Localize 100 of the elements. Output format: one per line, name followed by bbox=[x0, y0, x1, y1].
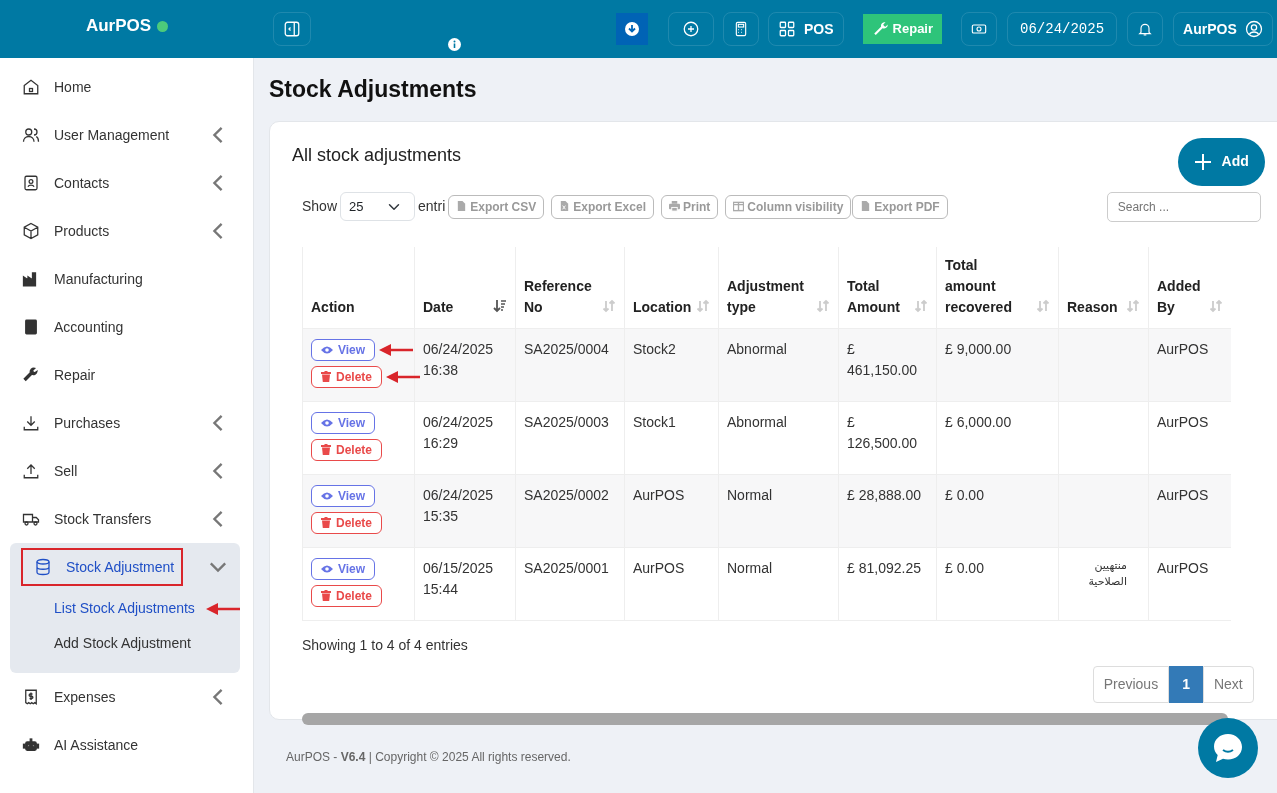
grid-icon bbox=[778, 20, 796, 38]
trash-icon bbox=[321, 517, 331, 529]
sidebar-item[interactable]: AI Assistance bbox=[0, 721, 253, 769]
table-cell-text: 06/15/2025 15:44 bbox=[423, 559, 494, 597]
column-header[interactable]: Reference No bbox=[515, 246, 625, 329]
sidebar-item[interactable]: Products bbox=[0, 207, 253, 255]
table-cell-text: Normal bbox=[727, 559, 773, 576]
sidebar-item[interactable]: Stock Transfers bbox=[0, 495, 253, 543]
download-button[interactable] bbox=[616, 13, 648, 45]
horizontal-scrollbar[interactable] bbox=[302, 712, 1228, 725]
download-icon bbox=[22, 414, 40, 432]
add-button[interactable]: Add bbox=[1177, 137, 1265, 186]
table-cell-text: £ 28,888.00 bbox=[847, 486, 921, 503]
calculator-icon bbox=[733, 20, 749, 38]
view-button[interactable]: View bbox=[311, 557, 376, 580]
column-header[interactable]: Reason bbox=[1058, 246, 1149, 329]
view-button[interactable]: View bbox=[311, 411, 376, 434]
table-cell-text: AurPOS bbox=[1157, 559, 1209, 576]
date-button[interactable]: 06/24/2025 bbox=[1007, 12, 1118, 46]
trash-icon bbox=[321, 444, 331, 456]
columns-icon bbox=[733, 201, 745, 213]
pos-button[interactable]: POS bbox=[768, 12, 844, 46]
info-icon[interactable] bbox=[448, 38, 461, 51]
sidebar-item[interactable]: Sell bbox=[0, 447, 253, 495]
view-button[interactable]: View bbox=[311, 484, 376, 507]
column-header[interactable]: Date bbox=[414, 246, 516, 329]
sidebar-item[interactable]: Repair bbox=[0, 351, 253, 399]
view-button[interactable]: View bbox=[311, 338, 376, 361]
pagination-button[interactable]: Previous bbox=[1092, 665, 1170, 703]
calculator-button[interactable] bbox=[723, 12, 759, 46]
cash-register-button[interactable] bbox=[961, 12, 998, 46]
wrench-icon bbox=[871, 20, 890, 38]
column-header[interactable]: Total amount recovered bbox=[936, 246, 1059, 329]
column-header[interactable]: Location bbox=[624, 246, 719, 329]
sidebar-subitem[interactable]: Add Stock Adjustment bbox=[54, 633, 191, 654]
sort-icon bbox=[816, 298, 830, 313]
sidebar-item[interactable]: Stock Adjustment bbox=[10, 543, 240, 591]
column-header[interactable]: Adjustment type bbox=[718, 246, 839, 329]
table-cell-text: SA2025/0004 bbox=[524, 340, 609, 357]
sidebar-item[interactable]: Expenses bbox=[0, 673, 253, 721]
eye-icon bbox=[321, 344, 333, 355]
delete-button[interactable]: Delete bbox=[311, 511, 383, 534]
table-cell-text: Stock1 bbox=[633, 413, 676, 430]
sidebar-item[interactable]: Accounting bbox=[0, 303, 253, 351]
chat-button[interactable] bbox=[1198, 718, 1258, 778]
sort-icon bbox=[1036, 298, 1050, 313]
delete-button[interactable]: Delete bbox=[311, 438, 383, 461]
table-cell-text: AurPOS bbox=[1157, 486, 1209, 503]
table-cell-text: £ 0.00 bbox=[945, 486, 984, 503]
delete-button[interactable]: Delete bbox=[311, 584, 383, 607]
user-menu-button[interactable]: AurPOS bbox=[1173, 12, 1273, 46]
upload-icon bbox=[22, 462, 40, 480]
user-circle-icon bbox=[1244, 20, 1263, 38]
table-cell-text: SA2025/0002 bbox=[524, 486, 609, 503]
pagination-button[interactable]: Next bbox=[1202, 665, 1254, 703]
sidebar-item[interactable]: Manufacturing bbox=[0, 255, 253, 303]
box-icon bbox=[22, 222, 40, 240]
trash-icon bbox=[321, 371, 331, 383]
plus-circle-icon bbox=[682, 20, 700, 38]
pagination-button[interactable]: 1 bbox=[1169, 665, 1203, 703]
sidebar-item[interactable]: User Management bbox=[0, 111, 253, 159]
notifications-button[interactable] bbox=[1127, 12, 1164, 46]
table-cell-text: 06/24/2025 16:29 bbox=[423, 413, 494, 451]
table-cell-text: AurPOS bbox=[633, 486, 685, 503]
sort-icon bbox=[1209, 298, 1223, 313]
eye-icon bbox=[321, 417, 333, 428]
delete-button[interactable]: Delete bbox=[311, 365, 383, 388]
download-icon bbox=[625, 22, 639, 36]
table-cell-text: AurPOS bbox=[1157, 413, 1209, 430]
table-cell-text: منتهيين الصلاحية bbox=[1087, 557, 1127, 591]
house-icon bbox=[22, 78, 40, 96]
robot-icon bbox=[22, 736, 40, 754]
table-cell-text: 06/24/2025 16:38 bbox=[423, 340, 494, 378]
sort-icon bbox=[914, 298, 928, 313]
add-button[interactable] bbox=[668, 12, 714, 46]
book-icon bbox=[22, 318, 40, 336]
sort-icon bbox=[1126, 298, 1140, 313]
chat-bubble-icon bbox=[1211, 731, 1245, 765]
search-field[interactable]: Search ... bbox=[1106, 191, 1261, 222]
page-title: Stock Adjustments bbox=[269, 76, 478, 104]
footer-text: AurPOS - V6.4 | Copyright © 2025 All rights reserved. bbox=[285, 748, 571, 766]
sort-icon bbox=[602, 298, 616, 313]
table-cell-text: £ 6,000.00 bbox=[945, 413, 1012, 430]
sidebar-subitem[interactable]: List Stock Adjustments bbox=[54, 598, 195, 619]
show-label: Show bbox=[302, 197, 338, 217]
sidebar-item[interactable]: Purchases bbox=[0, 399, 253, 447]
spreadsheet-icon bbox=[559, 201, 571, 213]
table-cell-text: AurPOS bbox=[633, 559, 685, 576]
column-header[interactable]: Total Amount bbox=[838, 246, 937, 329]
column-header[interactable]: Action bbox=[302, 246, 415, 329]
database-icon bbox=[34, 558, 52, 576]
sidebar-toggle-button[interactable] bbox=[273, 12, 311, 46]
sidebar-item[interactable]: Contacts bbox=[0, 159, 253, 207]
page-length-select[interactable]: 25 bbox=[340, 192, 416, 222]
card-title: All stock adjustments bbox=[292, 143, 462, 167]
sidebar-item[interactable]: Home bbox=[0, 63, 253, 111]
receipt-icon bbox=[22, 688, 40, 706]
sort-icon bbox=[696, 298, 710, 313]
table-cell-text: SA2025/0003 bbox=[524, 413, 609, 430]
brand-name: AurPOS bbox=[85, 15, 152, 38]
